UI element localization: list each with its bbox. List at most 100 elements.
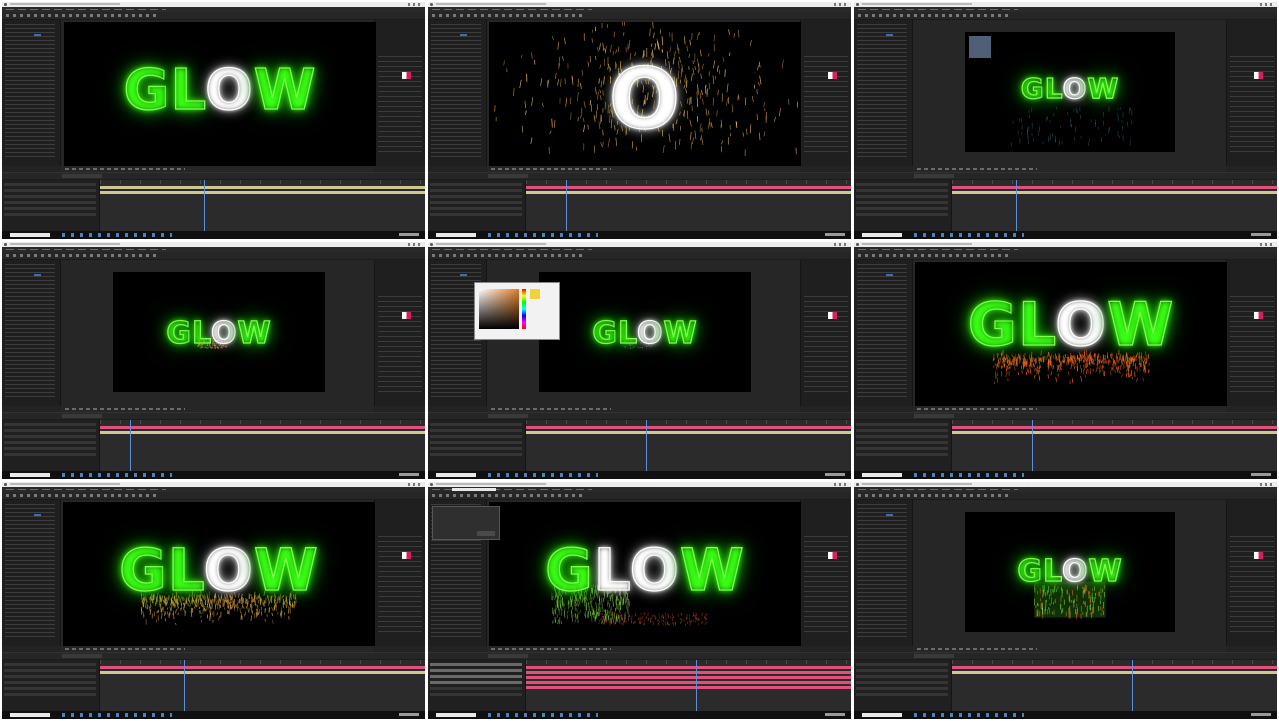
timeline-tabs[interactable]	[428, 173, 851, 179]
time-ruler[interactable]	[526, 660, 851, 664]
layer-list[interactable]	[428, 660, 526, 712]
timeline-panel[interactable]	[854, 652, 1277, 712]
timeline-tabs[interactable]	[2, 413, 425, 419]
tab-composition[interactable]	[488, 654, 528, 658]
layer-row[interactable]	[430, 447, 522, 450]
project-panel[interactable]	[2, 500, 61, 646]
layer-row[interactable]	[856, 687, 948, 690]
timeline-tracks[interactable]	[526, 420, 851, 472]
tab-composition[interactable]	[62, 414, 102, 418]
taskbar-apps[interactable]	[914, 473, 1024, 477]
composition-viewer[interactable]: GLOW	[489, 502, 801, 646]
color-field[interactable]	[479, 289, 519, 329]
taskbar-search[interactable]	[436, 233, 476, 237]
tools-bar[interactable]	[428, 252, 851, 260]
time-ruler[interactable]	[952, 660, 1277, 664]
selected-property[interactable]	[460, 274, 467, 276]
viewer-buttons[interactable]	[917, 168, 1037, 170]
color-swatch[interactable]	[402, 552, 411, 559]
playhead[interactable]	[696, 660, 697, 712]
right-panels[interactable]	[1226, 260, 1277, 406]
layer-duration-bar[interactable]	[526, 186, 851, 189]
composition-viewer[interactable]: O	[489, 22, 801, 166]
layer-row[interactable]	[4, 213, 96, 216]
layer-row[interactable]	[856, 681, 948, 684]
time-ruler[interactable]	[952, 420, 1277, 424]
playhead[interactable]	[1132, 660, 1133, 712]
selected-property[interactable]	[886, 514, 893, 516]
layer-row[interactable]	[856, 195, 948, 198]
layer-duration-bar[interactable]	[100, 426, 425, 429]
tools-bar[interactable]	[854, 492, 1277, 500]
layer-duration-bar[interactable]	[952, 191, 1277, 194]
right-panels[interactable]	[374, 20, 425, 166]
tool-icons[interactable]	[6, 494, 156, 497]
right-panels[interactable]	[800, 20, 851, 166]
right-panels[interactable]	[374, 500, 425, 646]
layer-row[interactable]	[430, 453, 522, 456]
tools-bar[interactable]	[2, 252, 425, 260]
layer-row[interactable]	[430, 213, 522, 216]
tool-icons[interactable]	[432, 494, 582, 497]
layer-row[interactable]	[430, 687, 522, 690]
window-controls[interactable]	[1260, 3, 1274, 6]
color-swatch[interactable]	[828, 72, 837, 79]
layer-row[interactable]	[856, 663, 948, 666]
timeline-panel[interactable]	[2, 172, 425, 232]
composition-viewer[interactable]: GLOW	[113, 272, 325, 392]
time-ruler[interactable]	[526, 420, 851, 424]
composition-viewer[interactable]: GLOW	[965, 32, 1175, 152]
layer-row[interactable]	[4, 423, 96, 426]
taskbar-apps[interactable]	[62, 233, 172, 237]
layer-duration-bar[interactable]	[526, 686, 851, 689]
project-panel[interactable]	[854, 500, 913, 646]
playhead[interactable]	[130, 420, 131, 472]
timeline-tracks[interactable]	[526, 180, 851, 232]
window-controls[interactable]	[834, 483, 848, 486]
timeline-tracks[interactable]	[100, 660, 425, 712]
tool-icons[interactable]	[432, 14, 582, 17]
menu-items[interactable]	[6, 489, 166, 490]
layer-row[interactable]	[4, 687, 96, 690]
window-controls[interactable]	[1260, 243, 1274, 246]
timeline-tabs[interactable]	[428, 413, 851, 419]
layer-row[interactable]	[4, 183, 96, 186]
timeline-tracks[interactable]	[100, 420, 425, 472]
tab-composition[interactable]	[914, 174, 954, 178]
layer-row[interactable]	[430, 429, 522, 432]
layer-row[interactable]	[856, 183, 948, 186]
layer-list[interactable]	[428, 180, 526, 232]
selected-property[interactable]	[34, 34, 41, 36]
timeline-tabs[interactable]	[854, 173, 1277, 179]
layer-row[interactable]	[856, 675, 948, 678]
tools-bar[interactable]	[428, 492, 851, 500]
project-panel[interactable]	[428, 20, 487, 166]
layer-row[interactable]	[4, 663, 96, 666]
layer-row[interactable]	[856, 207, 948, 210]
tool-icons[interactable]	[858, 254, 1008, 257]
layer-row[interactable]	[430, 207, 522, 210]
timeline-panel[interactable]	[2, 412, 425, 472]
tab-composition[interactable]	[914, 654, 954, 658]
taskbar-apps[interactable]	[62, 713, 172, 717]
layer-row[interactable]	[430, 669, 522, 672]
layer-duration-bar[interactable]	[526, 426, 851, 429]
layer-row[interactable]	[430, 663, 522, 666]
dialog-ok-button[interactable]	[477, 531, 495, 536]
window-controls[interactable]	[408, 483, 422, 486]
taskbar-search[interactable]	[862, 473, 902, 477]
layer-duration-bar[interactable]	[100, 666, 425, 669]
menu-items[interactable]	[858, 9, 1018, 10]
viewer-buttons[interactable]	[917, 648, 1037, 650]
color-swatch[interactable]	[828, 312, 837, 319]
right-panels[interactable]	[1226, 500, 1277, 646]
taskbar-apps[interactable]	[488, 233, 598, 237]
window-controls[interactable]	[408, 3, 422, 6]
right-panels[interactable]	[1226, 20, 1277, 166]
tools-bar[interactable]	[2, 12, 425, 20]
tool-icons[interactable]	[432, 254, 582, 257]
hue-slider[interactable]	[522, 289, 526, 329]
layer-row[interactable]	[856, 201, 948, 204]
composition-viewer[interactable]: GLOW	[915, 262, 1227, 406]
playhead[interactable]	[1016, 180, 1017, 232]
